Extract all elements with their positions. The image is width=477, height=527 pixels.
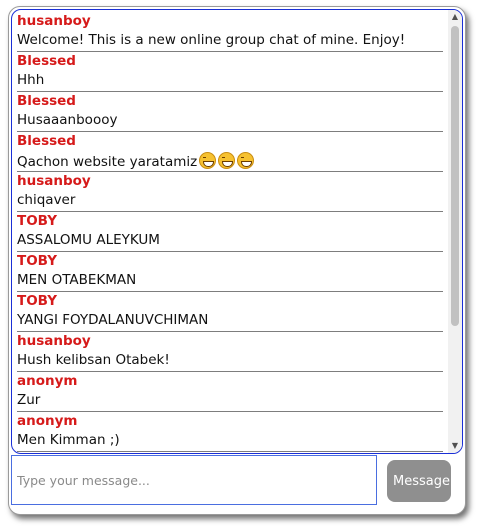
message-author: TOBY: [17, 213, 58, 229]
grinning-squinting-face-icon: [218, 152, 236, 169]
message-item: Blessed Qachon website yaratamiz: [17, 132, 443, 172]
message-text: Men Kimman ;): [17, 432, 120, 448]
message-item: TOBY MEN OTABEKMAN: [17, 252, 443, 292]
message-text: chiqaver: [17, 192, 76, 208]
message-author: TOBY: [17, 293, 58, 309]
message-text-with-emoji: Qachon website yaratamiz: [17, 152, 255, 171]
message-text: Qachon website yaratamiz: [17, 154, 198, 170]
message-item: husanboy Welcome! This is a new online g…: [17, 12, 443, 52]
message-item: TOBY YANGI FOYDALANUVCHIMAN: [17, 292, 443, 332]
messages-list: husanboy Welcome! This is a new online g…: [12, 12, 446, 452]
message-author: Blessed: [17, 93, 76, 109]
message-item: Blessed Hhh: [17, 52, 443, 92]
message-text: Welcome! This is a new online group chat…: [17, 32, 406, 48]
message-item: husanboy Hush kelibsan Otabek!: [17, 332, 443, 372]
message-text: Hhh: [17, 72, 45, 88]
message-author: anonym: [17, 373, 78, 389]
message-item: husanboy chiqaver: [17, 172, 443, 212]
scroll-up-arrow-icon[interactable]: ▲: [448, 10, 462, 24]
send-message-button[interactable]: Message: [387, 460, 451, 502]
message-author: husanboy: [17, 13, 91, 29]
chat-window: husanboy Welcome! This is a new online g…: [8, 6, 466, 515]
messages-panel[interactable]: husanboy Welcome! This is a new online g…: [11, 9, 463, 454]
message-input[interactable]: [11, 455, 377, 505]
message-author: Blessed: [17, 133, 76, 149]
message-author: husanboy: [17, 173, 91, 189]
message-text: Zur: [17, 392, 41, 408]
scrollbar-thumb[interactable]: [451, 26, 459, 326]
message-author: anonym: [17, 413, 78, 429]
message-composer: Message: [11, 455, 461, 509]
message-text: Husaaanboooy: [17, 112, 118, 128]
message-item: Blessed Husaaanboooy: [17, 92, 443, 132]
message-author: husanboy: [17, 333, 91, 349]
scroll-down-arrow-icon[interactable]: ▼: [448, 439, 462, 453]
grinning-squinting-face-icon: [199, 152, 217, 169]
message-text: YANGI FOYDALANUVCHIMAN: [17, 312, 209, 328]
message-text: MEN OTABEKMAN: [17, 272, 137, 288]
message-item: anonym Zur: [17, 372, 443, 412]
message-author: Blessed: [17, 53, 76, 69]
message-text: ASSALOMU ALEYKUM: [17, 232, 160, 248]
messages-scrollbar[interactable]: ▲ ▼: [448, 10, 462, 453]
grinning-squinting-face-icon: [237, 152, 255, 169]
message-item: TOBY ASSALOMU ALEYKUM: [17, 212, 443, 252]
message-text: Hush kelibsan Otabek!: [17, 352, 170, 368]
message-item: anonym Men Kimman ;): [17, 412, 443, 452]
message-author: TOBY: [17, 253, 58, 269]
